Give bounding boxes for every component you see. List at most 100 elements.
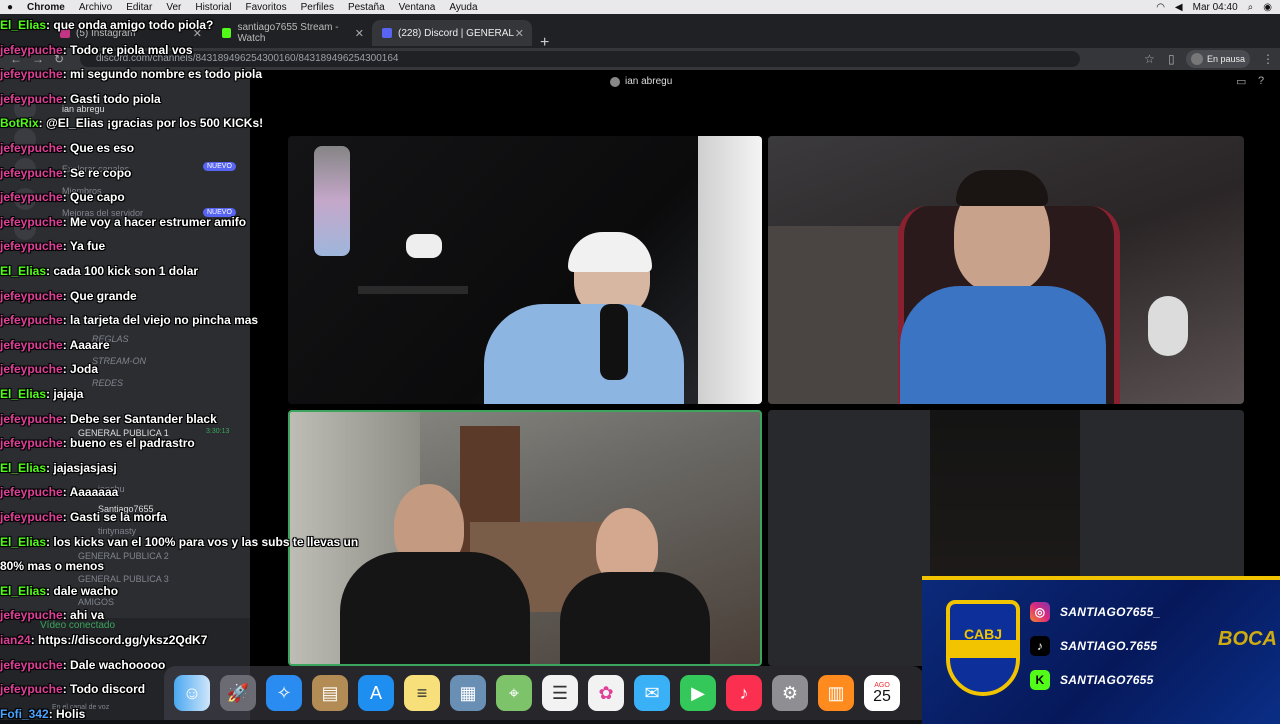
chat-username[interactable]: jefeypuche	[0, 289, 63, 303]
menu-chrome[interactable]: Chrome	[20, 2, 72, 13]
chat-text: : Ya fue	[62, 239, 106, 253]
person-body	[484, 304, 684, 404]
chat-username[interactable]: jefeypuche	[0, 485, 63, 499]
chat-username[interactable]: jefeypuche	[0, 608, 63, 622]
maps-icon[interactable]: ⌖	[496, 675, 532, 711]
apple-icon[interactable]: ●	[0, 2, 20, 13]
kebab-menu-icon[interactable]: ⋮	[1262, 52, 1274, 66]
chat-username[interactable]: jefeypuche	[0, 239, 63, 253]
chat-text: : Holis	[48, 707, 86, 721]
close-icon[interactable]: ✕	[515, 27, 524, 40]
chat-username[interactable]: jefeypuche	[0, 141, 63, 155]
chat-message: jefeypuche: ahi va	[0, 608, 104, 622]
calendar-icon[interactable]: AGO 25	[864, 675, 900, 711]
crest-band	[950, 640, 1016, 658]
social-kick: K SANTIAGO7655	[1030, 670, 1154, 690]
chat-message: jefeypuche: Que es eso	[0, 141, 134, 155]
chat-text: : la tarjeta del viejo no pincha mas	[62, 313, 259, 327]
menu-archivo[interactable]: Archivo	[72, 2, 119, 13]
chat-username[interactable]: jefeypuche	[0, 313, 63, 327]
chat-username[interactable]: BotRix	[0, 116, 39, 130]
menu-pestana[interactable]: Pestaña	[341, 2, 392, 13]
chat-message: jefeypuche: Aaaaaaa	[0, 485, 118, 499]
chat-text: : https://discord.gg/yksz2QdK7	[30, 633, 208, 647]
stream-chat-overlay: El_Elias: que onda amigo todo piola? jefe…	[0, 18, 420, 721]
chat-username[interactable]: jefeypuche	[0, 658, 63, 672]
chat-text: : jajasjasjasj	[46, 461, 117, 475]
chat-text: : los kicks van el 100% para vos y las s…	[46, 535, 359, 549]
crest-text: CABJ	[963, 626, 1003, 642]
menu-ver[interactable]: Ver	[159, 2, 188, 13]
messages-icon[interactable]: ✉	[634, 675, 670, 711]
volume-icon[interactable]: ◀	[1175, 2, 1183, 13]
menu-perfiles[interactable]: Perfiles	[294, 2, 341, 13]
chat-username[interactable]: jefeypuche	[0, 682, 63, 696]
help-icon[interactable]: ?	[1258, 75, 1264, 87]
facetime-icon[interactable]: ▶	[680, 675, 716, 711]
clock[interactable]: Mar 04:40	[1193, 2, 1238, 13]
chat-message: jefeypuche: Todo discord	[0, 682, 145, 696]
chat-username[interactable]: jefeypuche	[0, 215, 63, 229]
chat-message: jefeypuche: Ya fue	[0, 239, 105, 253]
system-settings-icon[interactable]: ⚙	[772, 675, 808, 711]
reminders-icon[interactable]: ☰	[542, 675, 578, 711]
chat-username[interactable]: jefeypuche	[0, 43, 63, 57]
wifi-icon[interactable]: ◠	[1156, 2, 1165, 13]
chat-text: : Aaaaaaa	[62, 485, 119, 499]
side-panel-icon[interactable]: ▯	[1168, 52, 1175, 66]
chat-text: : Se re copo	[62, 166, 132, 180]
chat-username[interactable]: jefeypuche	[0, 67, 63, 81]
menu-historial[interactable]: Historial	[188, 2, 238, 13]
menu-editar[interactable]: Editar	[119, 2, 159, 13]
chat-message: El_Elias: cada 100 kick son 1 dolar	[0, 264, 198, 278]
chat-username[interactable]: jefeypuche	[0, 190, 63, 204]
chat-username[interactable]: Fofi_342	[0, 707, 49, 721]
siri-icon[interactable]: ◉	[1263, 2, 1272, 13]
social-tiktok: ♪ SANTIAGO.7655	[1030, 636, 1157, 656]
menu-ventana[interactable]: Ventana	[392, 2, 443, 13]
call-title: ian abregu	[610, 76, 672, 87]
chat-message: ian24: https://discord.gg/yksz2QdK7	[0, 633, 207, 647]
wall-light	[698, 136, 762, 404]
bottle	[600, 304, 628, 380]
popout-icon[interactable]: ▭	[1236, 75, 1246, 88]
kick-icon: K	[1030, 670, 1050, 690]
chat-message: El_Elias: dale wacho	[0, 584, 118, 598]
chat-message: jefeypuche: Todo re piola mal vos	[0, 43, 193, 57]
chat-username[interactable]: El_Elias	[0, 461, 46, 475]
chat-message: jefeypuche: la tarjeta del viejo no pinc…	[0, 313, 258, 327]
chat-username[interactable]: El_Elias	[0, 264, 46, 278]
bookmark-star-icon[interactable]: ☆	[1144, 52, 1155, 66]
chat-message: jefeypuche: Gasti todo piola	[0, 92, 161, 106]
video-tile-streamer-2[interactable]	[768, 136, 1244, 404]
preview-icon[interactable]: ▦	[450, 675, 486, 711]
chat-text: : dale wacho	[46, 584, 119, 598]
search-icon[interactable]: ⌕	[1248, 2, 1254, 13]
books-icon[interactable]: ▥	[818, 675, 854, 711]
white-cap	[568, 232, 652, 272]
chat-message: 80% mas o menos	[0, 559, 104, 573]
profile-paused-button[interactable]: En pausa	[1186, 50, 1250, 68]
menu-ayuda[interactable]: Ayuda	[442, 2, 484, 13]
chat-username[interactable]: El_Elias	[0, 535, 46, 549]
chat-message: jefeypuche: Aaaare	[0, 338, 110, 352]
chat-username[interactable]: jefeypuche	[0, 510, 63, 524]
chat-message: jefeypuche: Dale wachooooo	[0, 658, 165, 672]
chat-username[interactable]: jefeypuche	[0, 166, 63, 180]
chat-username[interactable]: El_Elias	[0, 18, 46, 32]
chat-username[interactable]: El_Elias	[0, 387, 46, 401]
chat-username[interactable]: ian24	[0, 633, 31, 647]
instagram-handle: SANTIAGO7655_	[1060, 605, 1161, 619]
chat-username[interactable]: jefeypuche	[0, 436, 63, 450]
chat-username[interactable]: jefeypuche	[0, 92, 63, 106]
tiktok-icon: ♪	[1030, 636, 1050, 656]
paused-label: En pausa	[1206, 54, 1246, 64]
chat-username[interactable]: jefeypuche	[0, 412, 63, 426]
menu-favoritos[interactable]: Favoritos	[238, 2, 293, 13]
photos-icon[interactable]: ✿	[588, 675, 624, 711]
chat-username[interactable]: jefeypuche	[0, 338, 63, 352]
chat-username[interactable]: El_Elias	[0, 584, 46, 598]
chat-username[interactable]: jefeypuche	[0, 362, 63, 376]
chat-message: jefeypuche: Gasti se la morfa	[0, 510, 167, 524]
music-icon[interactable]: ♪	[726, 675, 762, 711]
